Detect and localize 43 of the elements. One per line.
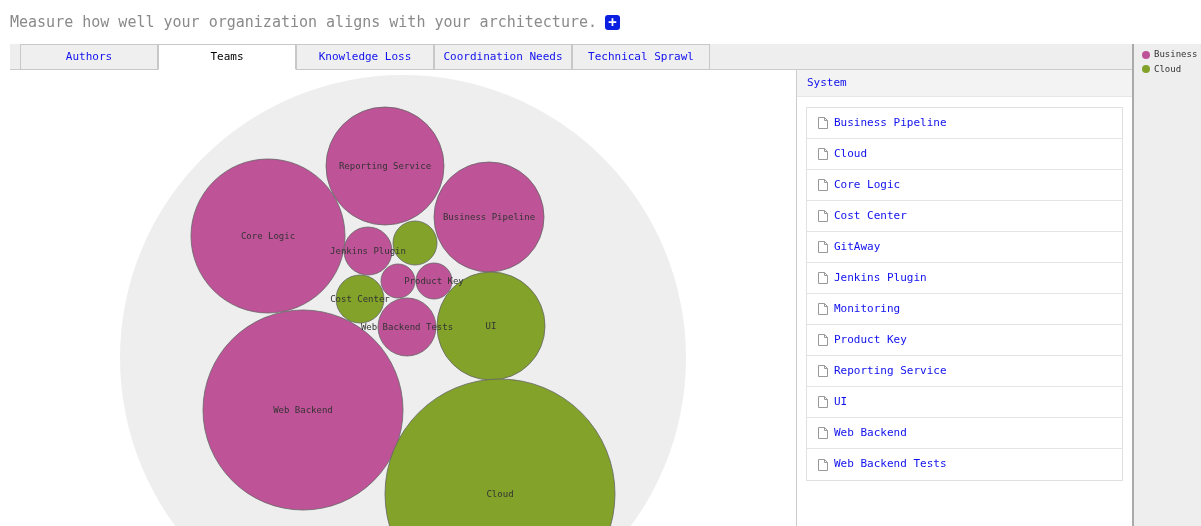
document-icon <box>818 241 828 253</box>
tab[interactable]: Coordination Needs <box>434 44 572 70</box>
document-icon <box>818 148 828 160</box>
bubble-label: Reporting Service <box>338 161 432 171</box>
system-item[interactable]: Jenkins Plugin <box>807 263 1122 294</box>
tab[interactable]: Knowledge Loss <box>296 44 434 70</box>
document-icon <box>818 272 828 284</box>
tab[interactable]: Authors <box>20 44 158 70</box>
document-icon <box>818 210 828 222</box>
document-icon <box>818 396 828 408</box>
document-icon <box>818 117 828 129</box>
bubble-label: Cloud <box>486 489 514 499</box>
document-icon <box>818 303 828 315</box>
system-item[interactable]: Cloud <box>807 139 1122 170</box>
bubble[interactable] <box>325 106 445 226</box>
legend-label: Cloud <box>1154 62 1182 76</box>
bubble-label: Web Backend <box>273 405 333 415</box>
system-item[interactable]: Web Backend <box>807 418 1122 449</box>
bubble[interactable] <box>384 378 616 526</box>
bubble[interactable] <box>433 161 545 273</box>
system-item[interactable]: Product Key <box>807 325 1122 356</box>
panel-title[interactable]: System <box>807 74 847 92</box>
system-item[interactable]: Core Logic <box>807 170 1122 201</box>
legend-label: Business <box>1154 48 1198 61</box>
system-item[interactable]: Cost Center <box>807 201 1122 232</box>
system-item[interactable]: Reporting Service <box>807 356 1122 387</box>
document-icon <box>818 334 828 346</box>
intro-text: Measure how well your organization aligns with your architecture. <box>10 11 597 33</box>
system-item[interactable]: Web Backend Tests <box>807 449 1122 480</box>
tab[interactable]: Technical Sprawl <box>572 44 710 70</box>
document-icon <box>818 179 828 191</box>
system-item[interactable]: UI <box>807 387 1122 418</box>
add-button[interactable]: + <box>605 14 620 30</box>
document-icon <box>818 458 828 471</box>
bubble-label: Business Pipeline <box>442 212 536 222</box>
tab[interactable]: Teams <box>158 44 296 70</box>
system-item[interactable]: GitAway <box>807 232 1122 263</box>
bubble-label: UI <box>485 321 497 331</box>
document-icon <box>818 427 828 439</box>
bubble-label: Core Logic <box>240 231 296 241</box>
system-item[interactable]: Monitoring <box>807 294 1122 325</box>
document-icon <box>818 365 828 377</box>
system-item[interactable]: Business Pipeline <box>807 108 1122 139</box>
